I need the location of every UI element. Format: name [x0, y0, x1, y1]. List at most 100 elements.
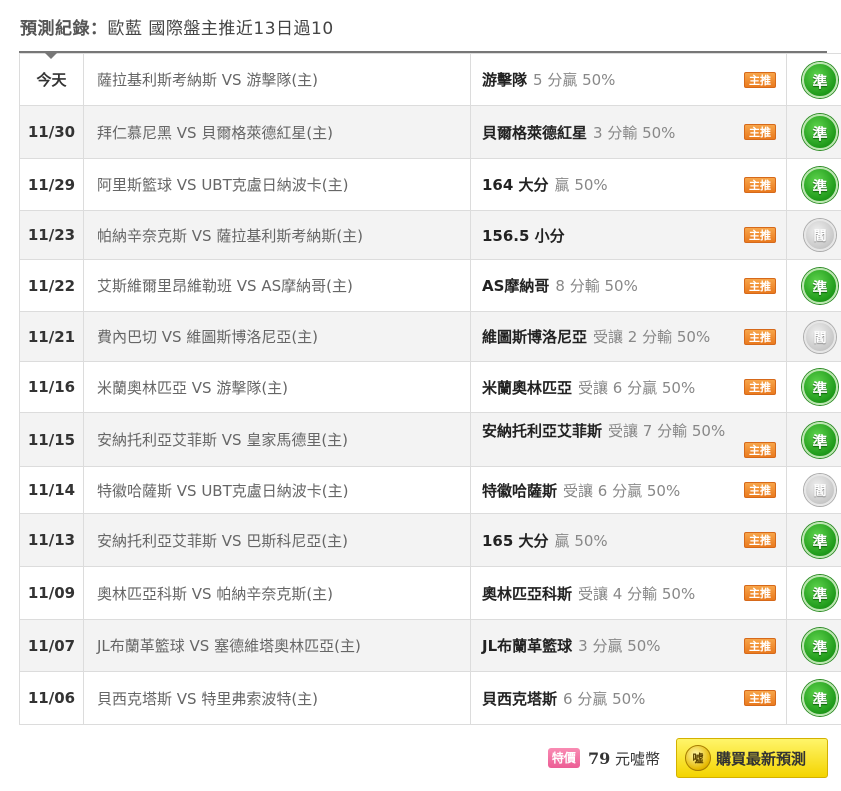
- pick-team: 165 大分: [482, 531, 549, 550]
- record-date: 11/15: [19, 412, 84, 467]
- record-row: 11/07 JL布蘭革籃球 VS 塞德維塔奧林匹亞(主) JL布蘭革籃球 3 分贏 5…: [19, 619, 841, 672]
- result-correct-badge: 準: [802, 421, 838, 458]
- record-date: 今天: [19, 53, 84, 106]
- record-result: 閻: [786, 466, 841, 514]
- record-date: 11/16: [19, 361, 84, 413]
- record-result: 準: [786, 53, 841, 106]
- title-pointer-arrow: [45, 53, 57, 59]
- main-pick-tag: 主推: [744, 71, 776, 88]
- record-result: 準: [786, 513, 841, 567]
- pick-team: 164 大分: [482, 176, 549, 194]
- pick-text: AS摩納哥 8 分輸 50%: [482, 277, 638, 295]
- record-row: 11/21 費內巴切 VS 維圖斯博洛尼亞(主) 維圖斯博洛尼亞 受讓 2 分輸 50…: [19, 311, 841, 362]
- pick-team: 貝西克塔斯: [482, 689, 558, 708]
- pick-team: 游擊隊: [482, 71, 528, 89]
- pick-team: 維圖斯博洛尼亞: [482, 328, 588, 346]
- pick-detail: 3 分贏 50%: [578, 637, 661, 655]
- record-pick: 貝西克塔斯 6 分贏 50% 主推: [470, 671, 787, 725]
- record-result: 準: [786, 361, 841, 413]
- record-result: 閻: [786, 311, 841, 362]
- record-match: 薩拉基利斯考納斯 VS 游擊隊(主): [83, 53, 471, 106]
- pick-detail: 6 分贏 50%: [563, 689, 646, 708]
- main-pick-tag: 主推: [744, 637, 776, 654]
- result-push-badge: 閻: [804, 320, 836, 353]
- pick-text: 貝爾格萊德紅星 3 分輸 50%: [482, 124, 675, 142]
- record-pick: 安納托利亞艾菲斯 受讓 7 分輸 50% 主推: [470, 412, 787, 467]
- main-pick-tag: 主推: [744, 442, 776, 458]
- pick-team: 156.5 小分: [482, 226, 565, 245]
- record-match: 奧林匹亞科斯 VS 帕納辛奈克斯(主): [83, 566, 471, 620]
- main-pick-tag: 主推: [744, 328, 776, 345]
- record-pick: JL布蘭革籃球 3 分贏 50% 主推: [470, 619, 787, 672]
- result-correct-badge: 準: [802, 369, 838, 405]
- price-text: 79 元噓幣: [588, 748, 660, 769]
- pick-text: 維圖斯博洛尼亞 受讓 2 分輸 50%: [482, 328, 710, 346]
- result-correct-badge: 準: [802, 680, 838, 716]
- pick-team: 安納托利亞艾菲斯: [482, 422, 603, 440]
- main-pick-tag: 主推: [744, 585, 776, 601]
- record-pick: 165 大分贏 50% 主推: [470, 513, 787, 567]
- record-row: 11/16 米蘭奧林匹亞 VS 游擊隊(主) 米蘭奧林匹亞 受讓 6 分贏 50% 主推…: [19, 361, 841, 413]
- record-row: 11/23 帕納辛奈克斯 VS 薩拉基利斯考納斯(主) 156.5 小分 主推 閻: [19, 210, 841, 260]
- main-pick-tag: 主推: [744, 482, 776, 498]
- record-result: 準: [786, 619, 841, 672]
- pick-team: 特徽哈薩斯: [482, 481, 558, 500]
- price-unit: 元噓幣: [614, 749, 660, 768]
- record-match: JL布蘭革籃球 VS 塞德維塔奧林匹亞(主): [83, 619, 471, 672]
- main-pick-tag: 主推: [744, 532, 776, 548]
- pick-text: JL布蘭革籃球 3 分贏 50%: [482, 637, 661, 655]
- main-pick-tag: 主推: [744, 176, 776, 193]
- pick-text: 安納托利亞艾菲斯 受讓 7 分輸 50%: [482, 422, 725, 440]
- record-match: 拜仁慕尼黑 VS 貝爾格萊德紅星(主): [83, 105, 471, 159]
- record-row: 11/15 安納托利亞艾菲斯 VS 皇家馬德里(主) 安納托利亞艾菲斯 受讓 7 分輸…: [19, 412, 841, 467]
- pick-detail: 受讓 2 分輸 50%: [593, 328, 711, 346]
- record-pick: 游擊隊 5 分贏 50% 主推: [470, 53, 787, 106]
- record-result: 準: [786, 105, 841, 159]
- record-date: 11/13: [19, 513, 84, 567]
- result-correct-badge: 準: [802, 166, 838, 203]
- buy-button-label: 購買最新預測: [716, 749, 807, 768]
- result-push-badge: 閻: [804, 219, 836, 251]
- record-pick: 特徽哈薩斯 受讓 6 分贏 50% 主推: [470, 466, 787, 514]
- pick-text: 165 大分贏 50%: [482, 532, 608, 550]
- record-row: 11/14 特徽哈薩斯 VS UBT克盧日納波卡(主) 特徽哈薩斯 受讓 6 分贏 5…: [19, 466, 841, 514]
- purchase-footer: 特價 79 元噓幣 噓 購買最新預測: [547, 738, 828, 778]
- main-pick-tag: 主推: [744, 227, 776, 243]
- record-match: 阿里斯籃球 VS UBT克盧日納波卡(主): [83, 158, 471, 211]
- pick-detail: 受讓 6 分贏 50%: [563, 481, 681, 500]
- main-pick-tag: 主推: [744, 690, 776, 706]
- page-title-text: 歐藍 國際盤主推近13日過10: [107, 19, 334, 39]
- pick-detail: 贏 50%: [554, 531, 608, 550]
- record-match: 艾斯維爾里昂維勒班 VS AS摩納哥(主): [83, 259, 471, 312]
- pick-detail: 受讓 6 分贏 50%: [578, 378, 696, 397]
- record-match: 帕納辛奈克斯 VS 薩拉基利斯考納斯(主): [83, 210, 471, 260]
- record-match: 安納托利亞艾菲斯 VS 巴斯科尼亞(主): [83, 513, 471, 567]
- pick-team: 貝爾格萊德紅星: [482, 123, 588, 142]
- pick-detail: 受讓 4 分輸 50%: [578, 584, 696, 603]
- record-row: 11/09 奧林匹亞科斯 VS 帕納辛奈克斯(主) 奧林匹亞科斯 受讓 4 分輸 50…: [19, 566, 841, 620]
- result-correct-badge: 準: [802, 522, 838, 558]
- record-date: 11/22: [19, 259, 84, 312]
- price-amount: 79: [587, 748, 611, 768]
- page-title-label: 預測紀錄：: [20, 19, 108, 39]
- record-row: 11/13 安納托利亞艾菲斯 VS 巴斯科尼亞(主) 165 大分贏 50% 主推 準: [19, 513, 841, 567]
- result-correct-badge: 準: [802, 575, 838, 611]
- pick-detail: 贏 50%: [554, 176, 608, 194]
- record-match: 貝西克塔斯 VS 特里弗索波特(主): [83, 671, 471, 725]
- buy-latest-prediction-button[interactable]: 噓 購買最新預測: [676, 738, 828, 778]
- record-date: 11/07: [19, 619, 84, 672]
- special-price-badge: 特價: [547, 748, 580, 768]
- result-correct-badge: 準: [802, 114, 838, 150]
- record-result: 準: [786, 671, 841, 725]
- record-result: 準: [786, 259, 841, 312]
- record-row: 11/22 艾斯維爾里昂維勒班 VS AS摩納哥(主) AS摩納哥 8 分輸 50% 主…: [19, 259, 841, 312]
- result-correct-badge: 準: [802, 627, 838, 664]
- pick-text: 156.5 小分: [482, 227, 571, 245]
- record-match: 米蘭奧林匹亞 VS 游擊隊(主): [83, 361, 471, 413]
- record-result: 準: [786, 158, 841, 211]
- record-match: 安納托利亞艾菲斯 VS 皇家馬德里(主): [83, 412, 471, 467]
- pick-text: 164 大分贏 50%: [482, 176, 608, 194]
- pick-text: 特徽哈薩斯 受讓 6 分贏 50%: [482, 482, 680, 500]
- page-title: 預測紀錄：歐藍 國際盤主推近13日過10: [20, 14, 334, 39]
- pick-team: JL布蘭革籃球: [482, 637, 573, 655]
